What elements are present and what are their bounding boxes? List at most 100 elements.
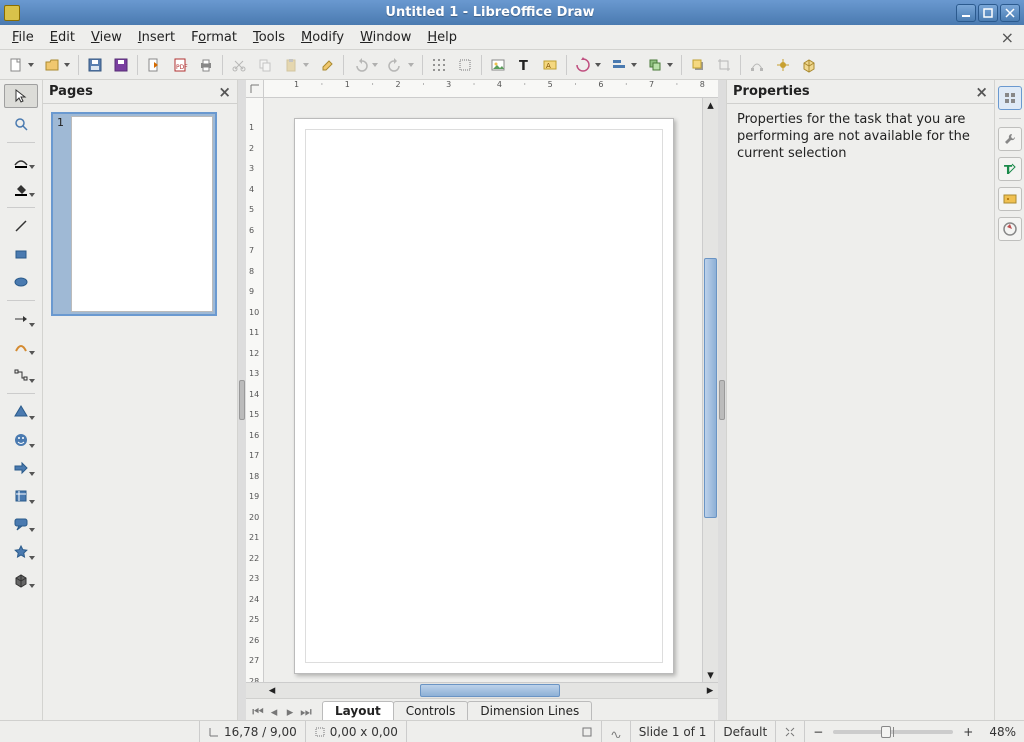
window-minimize-button[interactable]	[956, 4, 976, 22]
connector-tool[interactable]	[4, 363, 38, 387]
edit-points-button[interactable]	[745, 53, 769, 77]
separator	[7, 142, 35, 143]
crop-button[interactable]	[712, 53, 736, 77]
properties-panel-close-button[interactable]: ×	[975, 83, 988, 101]
horizontal-scrollbar[interactable]: ◂ ▸	[246, 682, 718, 698]
undo-button[interactable]	[348, 53, 382, 77]
open-button[interactable]	[40, 53, 74, 77]
scroll-down-icon[interactable]: ▾	[703, 668, 718, 682]
tab-first-icon[interactable]: ⏮	[250, 704, 266, 720]
horizontal-ruler[interactable]: 1 · 1 · 2 · 3 · 4 · 5 · 6 · 7 · 8 · 9 · …	[264, 80, 718, 98]
clone-formatting-button[interactable]	[315, 53, 339, 77]
block-arrows-tool[interactable]	[4, 456, 38, 480]
ellipse-tool[interactable]	[4, 270, 38, 294]
insert-textbox-button[interactable]: T	[512, 53, 536, 77]
cut-button[interactable]	[227, 53, 251, 77]
vertical-ruler[interactable]: 1 2 3 4 5 6 7 8 9 10 11 12 13 14 15 16 1…	[246, 98, 264, 682]
export-button[interactable]	[142, 53, 166, 77]
print-button[interactable]	[194, 53, 218, 77]
save-as-button[interactable]	[109, 53, 133, 77]
tab-prev-icon[interactable]: ◂	[266, 704, 282, 720]
menu-help[interactable]: Help	[419, 28, 465, 47]
menu-modify[interactable]: Modify	[293, 28, 352, 47]
zoom-out-icon[interactable]: −	[813, 725, 823, 739]
rectangle-tool[interactable]	[4, 242, 38, 266]
sidebar-tab-gallery[interactable]	[998, 187, 1022, 211]
zoom-slider-track[interactable]	[833, 730, 953, 734]
lines-arrows-tool[interactable]	[4, 307, 38, 331]
sidebar-deck-switcher: T	[994, 80, 1024, 720]
transform-button[interactable]	[571, 53, 605, 77]
export-pdf-button[interactable]: PDF	[168, 53, 192, 77]
scroll-right-icon[interactable]: ▸	[702, 683, 718, 698]
tab-next-icon[interactable]: ▸	[282, 704, 298, 720]
select-tool[interactable]	[4, 84, 38, 108]
horizontal-scroll-thumb[interactable]	[420, 684, 560, 697]
vertical-scroll-thumb[interactable]	[704, 258, 717, 518]
zoom-in-icon[interactable]: +	[963, 725, 973, 739]
scroll-up-icon[interactable]: ▴	[703, 98, 718, 112]
basic-shapes-tool[interactable]	[4, 400, 38, 424]
scroll-left-icon[interactable]: ◂	[264, 683, 280, 698]
window-close-button[interactable]	[1000, 4, 1020, 22]
status-zoom-level[interactable]: 48%	[981, 721, 1024, 742]
properties-splitter[interactable]	[718, 80, 726, 720]
status-signature-icon[interactable]	[602, 721, 631, 742]
curve-tool[interactable]	[4, 335, 38, 359]
status-page-style[interactable]: Default	[715, 721, 776, 742]
3d-objects-tool[interactable]	[4, 568, 38, 592]
line-color-tool[interactable]	[4, 149, 38, 173]
zoom-tool[interactable]	[4, 112, 38, 136]
pages-panel-close-button[interactable]: ×	[218, 83, 231, 101]
pages-splitter[interactable]	[238, 80, 246, 720]
close-document-button[interactable]: ×	[995, 28, 1020, 47]
status-modified-icon[interactable]	[573, 721, 602, 742]
stars-tool[interactable]	[4, 540, 38, 564]
grid-button[interactable]	[427, 53, 451, 77]
status-zoom-slider[interactable]: − +	[805, 721, 981, 742]
sidebar-tab-styles[interactable]: T	[998, 157, 1022, 181]
arrange-button[interactable]	[643, 53, 677, 77]
separator	[999, 118, 1021, 119]
align-button[interactable]	[607, 53, 641, 77]
drawing-canvas[interactable]	[264, 98, 702, 682]
menu-insert[interactable]: Insert	[130, 28, 183, 47]
extrusion-button[interactable]	[797, 53, 821, 77]
sidebar-tab-wrench[interactable]	[998, 127, 1022, 151]
flowchart-tool[interactable]	[4, 484, 38, 508]
vertical-scrollbar[interactable]: ▴ ▾	[702, 98, 718, 682]
menu-format[interactable]: Format	[183, 28, 245, 47]
helplines-button[interactable]	[453, 53, 477, 77]
shadow-button[interactable]	[686, 53, 710, 77]
tab-controls[interactable]: Controls	[393, 701, 469, 720]
tab-layout[interactable]: Layout	[322, 701, 394, 720]
symbol-shapes-tool[interactable]	[4, 428, 38, 452]
ruler-corner[interactable]	[246, 80, 264, 98]
menu-window[interactable]: Window	[352, 28, 419, 47]
menu-tools[interactable]: Tools	[245, 28, 293, 47]
menu-edit[interactable]: Edit	[42, 28, 83, 47]
copy-button[interactable]	[253, 53, 277, 77]
insert-image-button[interactable]	[486, 53, 510, 77]
save-button[interactable]	[83, 53, 107, 77]
menu-file[interactable]: File	[4, 28, 42, 47]
gluepoints-button[interactable]	[771, 53, 795, 77]
callouts-tool[interactable]	[4, 512, 38, 536]
status-slide-info[interactable]: Slide 1 of 1	[631, 721, 716, 742]
new-button[interactable]	[4, 53, 38, 77]
paste-button[interactable]	[279, 53, 313, 77]
redo-button[interactable]	[384, 53, 418, 77]
tab-dimension-lines[interactable]: Dimension Lines	[467, 701, 592, 720]
page-thumbnail-1[interactable]: 1	[51, 112, 217, 316]
fill-color-tool[interactable]	[4, 177, 38, 201]
sidebar-tab-navigator[interactable]	[998, 217, 1022, 241]
window-maximize-button[interactable]	[978, 4, 998, 22]
status-fit-page-button[interactable]	[776, 721, 805, 742]
line-tool[interactable]	[4, 214, 38, 238]
zoom-slider-knob[interactable]	[881, 726, 891, 738]
tab-last-icon[interactable]: ⏭	[298, 704, 314, 720]
menu-view[interactable]: View	[83, 28, 130, 47]
insert-fontwork-button[interactable]: A	[538, 53, 562, 77]
sidebar-tab-properties[interactable]	[998, 86, 1022, 110]
separator	[7, 207, 35, 208]
